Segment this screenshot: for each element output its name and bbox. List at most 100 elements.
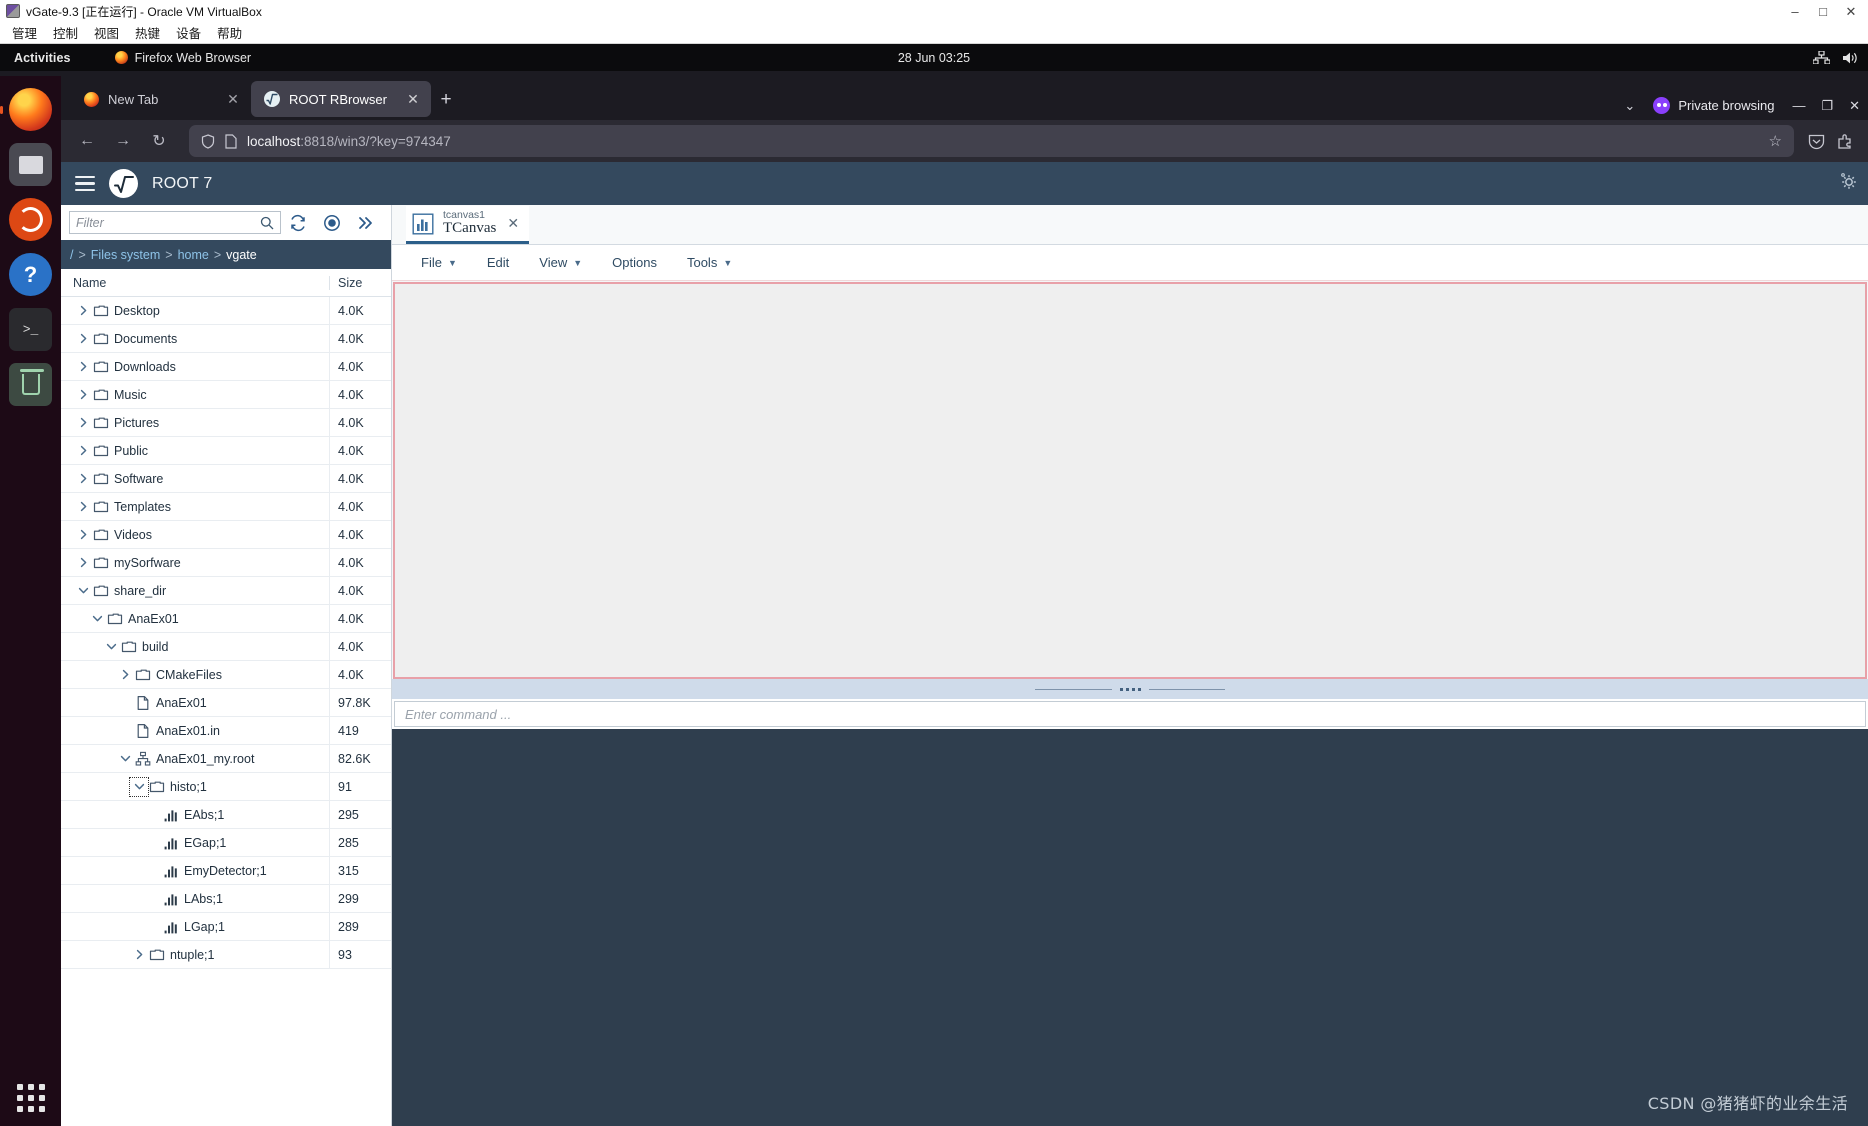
tree-expand-toggle[interactable] xyxy=(115,749,135,769)
table-row[interactable]: AnaEx01_my.root 82.6K xyxy=(61,744,391,773)
gnome-status-area[interactable] xyxy=(1813,51,1858,65)
table-row[interactable]: Downloads 4.0K xyxy=(61,352,391,381)
table-row[interactable]: EGap;1 285 xyxy=(61,828,391,857)
close-button[interactable]: ✕ xyxy=(1844,5,1858,18)
menu-file[interactable]: File ▼ xyxy=(406,245,472,281)
close-button[interactable]: ✕ xyxy=(1849,98,1860,114)
minimize-button[interactable]: — xyxy=(1792,98,1805,113)
dock-item-help[interactable]: ? xyxy=(9,253,52,296)
menu-edit[interactable]: Edit xyxy=(472,245,524,281)
dock-item-software[interactable] xyxy=(9,198,52,241)
table-row[interactable]: share_dir 4.0K xyxy=(61,576,391,605)
tab-tcanvas[interactable]: tcanvas1 TCanvas ✕ xyxy=(406,206,530,244)
breadcrumb-item-vgate[interactable]: vgate xyxy=(226,248,257,262)
back-button[interactable]: ← xyxy=(71,125,103,157)
close-icon[interactable]: ✕ xyxy=(507,215,519,232)
column-header-name[interactable]: Name xyxy=(61,276,329,290)
table-row[interactable]: mySorfware 4.0K xyxy=(61,548,391,577)
tree-expand-toggle[interactable] xyxy=(115,665,135,685)
tree-expand-toggle[interactable] xyxy=(73,441,93,461)
console-output[interactable]: CSDN @猪猪虾的业余生活 xyxy=(392,729,1868,1126)
virtualbox-menubar[interactable]: 管理 控制 视图 热键 设备 帮助 xyxy=(0,22,1868,44)
table-row[interactable]: histo;1 91 xyxy=(61,772,391,801)
table-row[interactable]: Documents 4.0K xyxy=(61,324,391,353)
tree-expand-toggle[interactable] xyxy=(101,637,121,657)
tree-expand-toggle[interactable] xyxy=(129,945,149,965)
bookmark-star-icon[interactable]: ☆ xyxy=(1769,132,1782,150)
menu-view[interactable]: View ▼ xyxy=(524,245,597,281)
tree-expand-toggle[interactable] xyxy=(129,776,149,797)
reload-button[interactable]: ↻ xyxy=(143,125,175,157)
maximize-button[interactable]: ❐ xyxy=(1821,98,1833,114)
menu-hotkeys[interactable]: 热键 xyxy=(135,23,160,42)
table-row[interactable]: EAbs;1 295 xyxy=(61,800,391,829)
virtualbox-window-controls[interactable]: – □ ✕ xyxy=(1788,0,1864,22)
table-row[interactable]: AnaEx01.in 419 xyxy=(61,716,391,745)
table-row[interactable]: Videos 4.0K xyxy=(61,520,391,549)
panel-splitter[interactable] xyxy=(392,679,1868,699)
tree-expand-toggle[interactable] xyxy=(73,385,93,405)
table-row[interactable]: Software 4.0K xyxy=(61,464,391,493)
browser-tab-new-tab[interactable]: New Tab ✕ xyxy=(71,81,251,117)
tree-expand-toggle[interactable] xyxy=(73,525,93,545)
activities-button[interactable]: Activities xyxy=(14,51,71,65)
menu-help[interactable]: 帮助 xyxy=(217,23,242,42)
maximize-button[interactable]: □ xyxy=(1816,5,1830,18)
column-header-size[interactable]: Size xyxy=(329,275,391,290)
menu-control[interactable]: 控制 xyxy=(53,23,78,42)
menu-view[interactable]: 视图 xyxy=(94,23,119,42)
table-row[interactable]: LAbs;1 299 xyxy=(61,884,391,913)
minimize-button[interactable]: – xyxy=(1788,5,1802,18)
file-tree[interactable]: Desktop 4.0K Documents 4.0K Downloads 4.0K Mus… xyxy=(61,297,391,1126)
gnome-active-app[interactable]: Firefox Web Browser xyxy=(114,51,251,65)
tcanvas-drawing-area[interactable] xyxy=(393,282,1867,679)
table-row[interactable]: EmyDetector;1 315 xyxy=(61,856,391,885)
breadcrumb-item-root[interactable]: / xyxy=(70,248,73,262)
firefox-window-controls[interactable]: — ❐ ✕ xyxy=(1792,98,1860,114)
record-icon[interactable] xyxy=(315,209,349,237)
menu-devices[interactable]: 设备 xyxy=(176,23,201,42)
show-applications-button[interactable] xyxy=(16,1084,45,1112)
menu-tools[interactable]: Tools ▼ xyxy=(672,245,747,281)
dock-item-trash[interactable] xyxy=(9,363,52,406)
tree-expand-toggle[interactable] xyxy=(87,609,107,629)
gear-icon[interactable] xyxy=(1838,171,1858,196)
splitter-handle[interactable] xyxy=(1111,687,1149,691)
forward-button[interactable]: → xyxy=(107,125,139,157)
table-row[interactable]: Public 4.0K xyxy=(61,436,391,465)
search-icon[interactable] xyxy=(260,216,274,230)
close-icon[interactable]: ✕ xyxy=(405,91,421,108)
extensions-icon[interactable] xyxy=(1837,133,1854,150)
filter-input[interactable] xyxy=(76,215,260,230)
refresh-icon[interactable] xyxy=(281,209,315,237)
tree-expand-toggle[interactable] xyxy=(73,553,93,573)
dock-item-firefox[interactable] xyxy=(9,88,52,131)
dock-item-files[interactable] xyxy=(9,143,52,186)
table-row[interactable]: build 4.0K xyxy=(61,632,391,661)
table-row[interactable]: Templates 4.0K xyxy=(61,492,391,521)
menu-manage[interactable]: 管理 xyxy=(12,23,37,42)
expand-icon[interactable] xyxy=(349,209,383,237)
save-to-pocket-icon[interactable] xyxy=(1808,133,1825,150)
table-row[interactable]: CMakeFiles 4.0K xyxy=(61,660,391,689)
table-row[interactable]: AnaEx01 4.0K xyxy=(61,604,391,633)
command-input[interactable] xyxy=(394,701,1866,727)
tree-expand-toggle[interactable] xyxy=(73,329,93,349)
table-row[interactable]: AnaEx01 97.8K xyxy=(61,688,391,717)
tree-expand-toggle[interactable] xyxy=(73,497,93,517)
table-row[interactable]: LGap;1 289 xyxy=(61,912,391,941)
table-row[interactable]: ntuple;1 93 xyxy=(61,940,391,969)
table-row[interactable]: Pictures 4.0K xyxy=(61,408,391,437)
dock-item-terminal[interactable]: >_ xyxy=(9,308,52,351)
new-tab-button[interactable]: + xyxy=(431,85,461,115)
breadcrumb-item-files-system[interactable]: Files system xyxy=(91,248,160,262)
hamburger-menu-icon[interactable] xyxy=(75,175,95,192)
filter-box[interactable] xyxy=(69,211,281,234)
gnome-clock[interactable]: 28 Jun 03:25 xyxy=(898,51,970,65)
tree-expand-toggle[interactable] xyxy=(73,581,93,601)
tree-expand-toggle[interactable] xyxy=(73,413,93,433)
list-all-tabs-icon[interactable]: ⌄ xyxy=(1624,98,1635,114)
table-row[interactable]: Desktop 4.0K xyxy=(61,297,391,325)
close-icon[interactable]: ✕ xyxy=(225,91,241,108)
table-row[interactable]: Music 4.0K xyxy=(61,380,391,409)
